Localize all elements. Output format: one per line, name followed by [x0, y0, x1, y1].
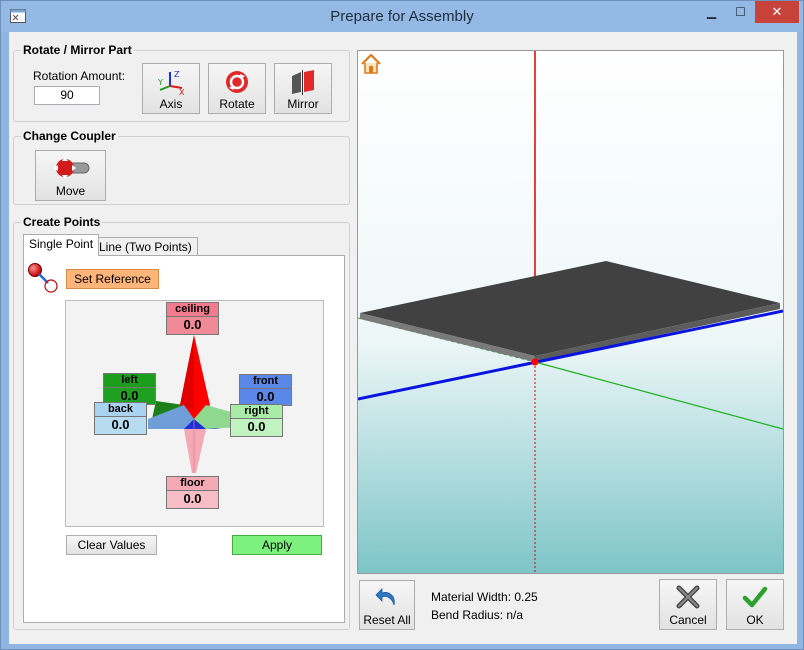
- axis-x-letter: X: [179, 88, 185, 96]
- mirror-button[interactable]: Mirror: [274, 63, 332, 114]
- axis-button-label: Axis: [159, 97, 183, 111]
- single-point-panel: Set Reference ceiling 0.0 left 0.0 front…: [23, 255, 345, 623]
- maximize-button[interactable]: ☐: [727, 1, 754, 23]
- title-bar[interactable]: Prepare for Assembly ▁ ☐ ✕: [1, 1, 803, 32]
- material-width-text: Material Width: 0.25: [431, 590, 538, 604]
- mirror-icon: [292, 70, 314, 95]
- change-coupler-group: Change Coupler Move: [13, 129, 350, 205]
- ok-button[interactable]: OK: [726, 579, 784, 630]
- create-points-group: Create Points Single Point Line (Two Poi…: [13, 215, 350, 630]
- minimize-button[interactable]: ▁: [698, 1, 725, 23]
- mirror-button-label: Mirror: [287, 97, 319, 111]
- reset-all-button[interactable]: Reset All: [359, 580, 415, 630]
- right-label: right: [230, 404, 283, 419]
- move-button-label: Move: [55, 184, 86, 198]
- axis-button[interactable]: Z X Y Axis: [142, 63, 200, 114]
- set-reference-button[interactable]: Set Reference: [66, 269, 159, 289]
- cancel-button[interactable]: Cancel: [659, 579, 717, 630]
- clear-values-button[interactable]: Clear Values: [66, 535, 157, 555]
- ceiling-label: ceiling: [166, 302, 219, 317]
- rotate-icon: [226, 71, 248, 93]
- cancel-x-icon: [676, 585, 700, 609]
- floor-value-input[interactable]: 0.0: [166, 490, 219, 509]
- ok-label: OK: [746, 613, 764, 627]
- viewport-scene: [358, 51, 783, 573]
- close-button[interactable]: ✕: [755, 1, 799, 23]
- ceiling-value-input[interactable]: 0.0: [166, 316, 219, 335]
- axis-y-letter: Y: [157, 78, 163, 87]
- back-value-input[interactable]: 0.0: [94, 416, 147, 435]
- reset-all-label: Reset All: [363, 613, 411, 627]
- change-coupler-title: Change Coupler: [21, 129, 118, 143]
- window-title: Prepare for Assembly: [330, 8, 474, 25]
- bend-radius-text: Bend Radius: n/a: [431, 608, 524, 622]
- back-label: back: [94, 402, 147, 417]
- rotate-button[interactable]: Rotate: [208, 63, 266, 114]
- rotate-mirror-group: Rotate / Mirror Part Rotation Amount: 90…: [13, 43, 350, 122]
- axis-z-letter: Z: [174, 70, 180, 79]
- checkmark-icon: [742, 586, 768, 608]
- undo-arrow-icon: [375, 588, 395, 606]
- direction-widget: ceiling 0.0 left 0.0 front 0.0 back 0.0 …: [65, 300, 324, 527]
- floor-label: floor: [166, 476, 219, 491]
- prepare-for-assembly-window: Prepare for Assembly ▁ ☐ ✕ Rotate / Mirr…: [0, 0, 804, 650]
- rotate-mirror-title: Rotate / Mirror Part: [21, 43, 134, 57]
- create-points-title: Create Points: [21, 215, 103, 229]
- apply-button[interactable]: Apply: [232, 535, 322, 555]
- 3d-viewport[interactable]: [357, 50, 784, 574]
- reference-point-icon: [28, 263, 58, 293]
- rotation-amount-label: Rotation Amount:: [33, 69, 126, 83]
- tab-single-point[interactable]: Single Point: [23, 234, 100, 256]
- front-label: front: [239, 374, 292, 389]
- rotation-amount-input[interactable]: 90: [34, 86, 100, 105]
- home-icon[interactable]: [360, 53, 382, 75]
- right-value-input[interactable]: 0.0: [230, 418, 283, 437]
- dialog-client-area: Rotate / Mirror Part Rotation Amount: 90…: [9, 32, 797, 644]
- cancel-label: Cancel: [669, 613, 707, 627]
- move-button[interactable]: Move: [35, 150, 106, 201]
- rotate-button-label: Rotate: [219, 97, 255, 111]
- move-coupler-icon: [53, 157, 89, 179]
- axis-icon: Z X Y: [157, 70, 185, 96]
- tab-line-two-points[interactable]: Line (Two Points): [93, 237, 198, 257]
- left-label: left: [103, 373, 156, 388]
